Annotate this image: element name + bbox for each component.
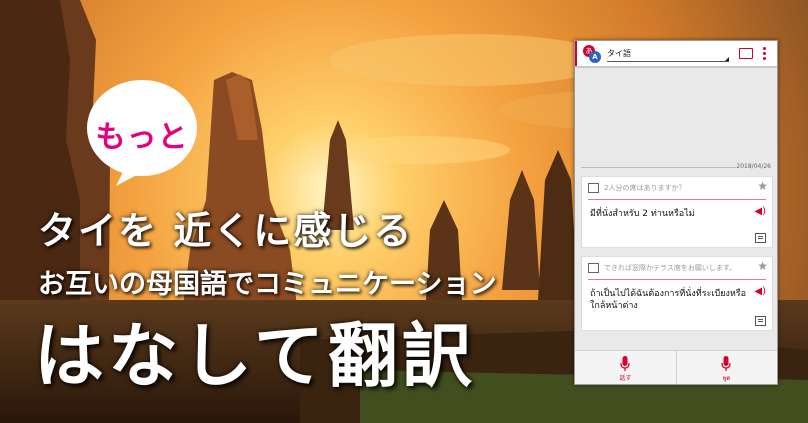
edit-icon[interactable] [588,183,599,193]
edit-icon[interactable] [588,263,599,273]
language-select-value: タイ語 [607,49,631,58]
app-toolbar: あ A タイ語 [575,41,777,68]
microphone-icon [721,356,731,371]
mic-bar: 話す พูด [575,350,777,384]
speak-japanese-button[interactable]: 話す [575,351,677,384]
app-name-title: はなして翻訳 [34,315,476,397]
source-text: できれば窓際かテラス席をお願いします。 [604,264,737,272]
subline: お互いの母国語でコミュニケーション [38,269,497,300]
app-logo-secondary-icon: A [589,51,601,63]
translation-card[interactable]: できれば窓際かテラス席をお願いします。 ★ ถ้าเป็นไปได้ฉันต้อ… [581,256,773,331]
dropdown-arrow-icon [725,57,729,61]
card-divider [588,279,766,280]
language-select[interactable]: タイ語 [607,48,729,62]
speak-label: พูด [722,375,731,382]
more-options-icon[interactable] [763,47,766,61]
app-screen: あ A タイ語 2018/04/26 2人分の席はありますか？ ★ มีที่น… [574,40,778,385]
speaker-icon[interactable]: ◀) [754,287,766,297]
source-text: 2人分の席はありますか？ [604,184,686,192]
note-icon[interactable] [755,233,766,243]
promo-banner: もっと タイを 近くに感じる お互いの母国語でコミュニケーション はなして翻訳 … [0,0,808,423]
translated-text: มีที่นั่งสำหรับ 2 ท่านหรือไม่ [590,209,695,219]
toolbar-accent [575,41,577,66]
date-label: 2018/04/26 [736,163,771,170]
date-divider [581,167,736,168]
star-icon[interactable]: ★ [757,260,768,272]
dictionary-icon[interactable] [739,48,753,59]
headline: タイを 近くに感じる [38,209,414,253]
card-divider [588,199,766,200]
note-icon[interactable] [755,316,766,326]
speaker-icon[interactable]: ◀) [754,207,766,217]
translated-text: ถ้าเป็นไปได้ฉันต้องการที่นั่งที่ระเบียงห… [590,289,747,311]
speak-label: 話す [619,375,632,382]
bubble-text: もっと [95,120,189,155]
speak-thai-button[interactable]: พูด [676,351,777,384]
star-icon[interactable]: ★ [757,180,768,192]
microphone-icon [620,356,630,371]
date-separator: 2018/04/26 [581,163,771,173]
translation-card[interactable]: 2人分の席はありますか？ ★ มีที่นั่งสำหรับ 2 ท่านหรื… [581,176,773,248]
